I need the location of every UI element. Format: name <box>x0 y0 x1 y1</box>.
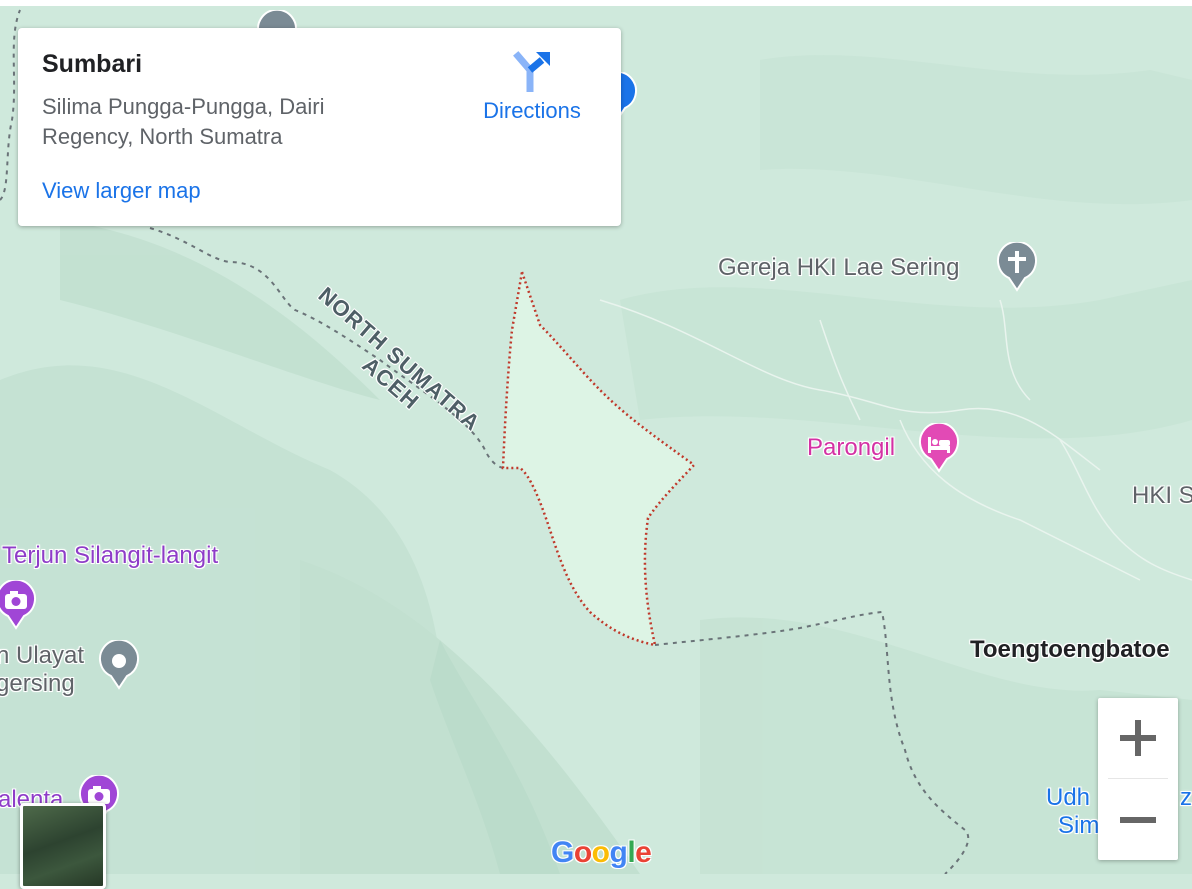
place-label-hki-s[interactable]: HKI S <box>1132 482 1192 510</box>
place-address: Silima Pungga-Pungga, Dairi Regency, Nor… <box>42 94 325 149</box>
directions-label: Directions <box>483 98 581 123</box>
hotel-pin-icon[interactable] <box>918 423 960 473</box>
google-logo-letter: G <box>551 836 574 869</box>
zoom-out-button[interactable] <box>1098 780 1178 860</box>
place-title: Sumbari <box>42 50 143 78</box>
place-label-terjun-silangit-langit[interactable]: Terjun Silangit-langit <box>2 542 218 570</box>
google-logo-letter: g <box>609 836 628 869</box>
minus-icon <box>1120 817 1156 823</box>
place-label-ulayat[interactable]: n Ulayat gersing <box>0 642 84 698</box>
zoom-in-button[interactable] <box>1098 698 1178 778</box>
place-label-parongil[interactable]: Parongil <box>807 434 895 462</box>
place-label-udh-sim[interactable]: Udh Sim <box>1046 784 1099 840</box>
satellite-layer-toggle[interactable] <box>20 803 106 889</box>
place-info-card: Sumbari Silima Pungga-Pungga, Dairi Rege… <box>18 28 621 226</box>
google-logo-letter: o <box>573 836 592 869</box>
place-label-ulayat-line2: gersing <box>0 670 75 697</box>
camera-pin-icon[interactable] <box>0 580 37 630</box>
zoom-controls <box>1098 698 1178 860</box>
zoom-divider <box>1108 778 1168 779</box>
google-logo-letter: e <box>635 836 652 869</box>
place-pin-icon[interactable] <box>98 640 140 690</box>
place-label-udh-line1: Udh <box>1046 784 1091 811</box>
directions-icon <box>513 51 550 92</box>
google-logo-letter: o <box>591 836 610 869</box>
place-label-toengtoengbatoe[interactable]: Toengtoengbatoe <box>970 636 1170 664</box>
place-label-sim-line2: Sim <box>1058 812 1100 839</box>
view-larger-map-link[interactable]: View larger map <box>42 178 201 204</box>
google-logo-letter: l <box>627 836 636 869</box>
place-label-ulayat-line1: n Ulayat <box>0 642 85 669</box>
top-edge <box>0 0 1192 6</box>
directions-button[interactable]: Directions <box>470 50 594 124</box>
place-label-gereja-hki-lae-sering[interactable]: Gereja HKI Lae Sering <box>718 254 959 282</box>
google-logo: Google <box>551 836 652 870</box>
church-pin-icon[interactable] <box>996 242 1038 292</box>
plus-icon <box>1120 720 1156 756</box>
place-label-udh-right: z <box>1180 784 1192 811</box>
